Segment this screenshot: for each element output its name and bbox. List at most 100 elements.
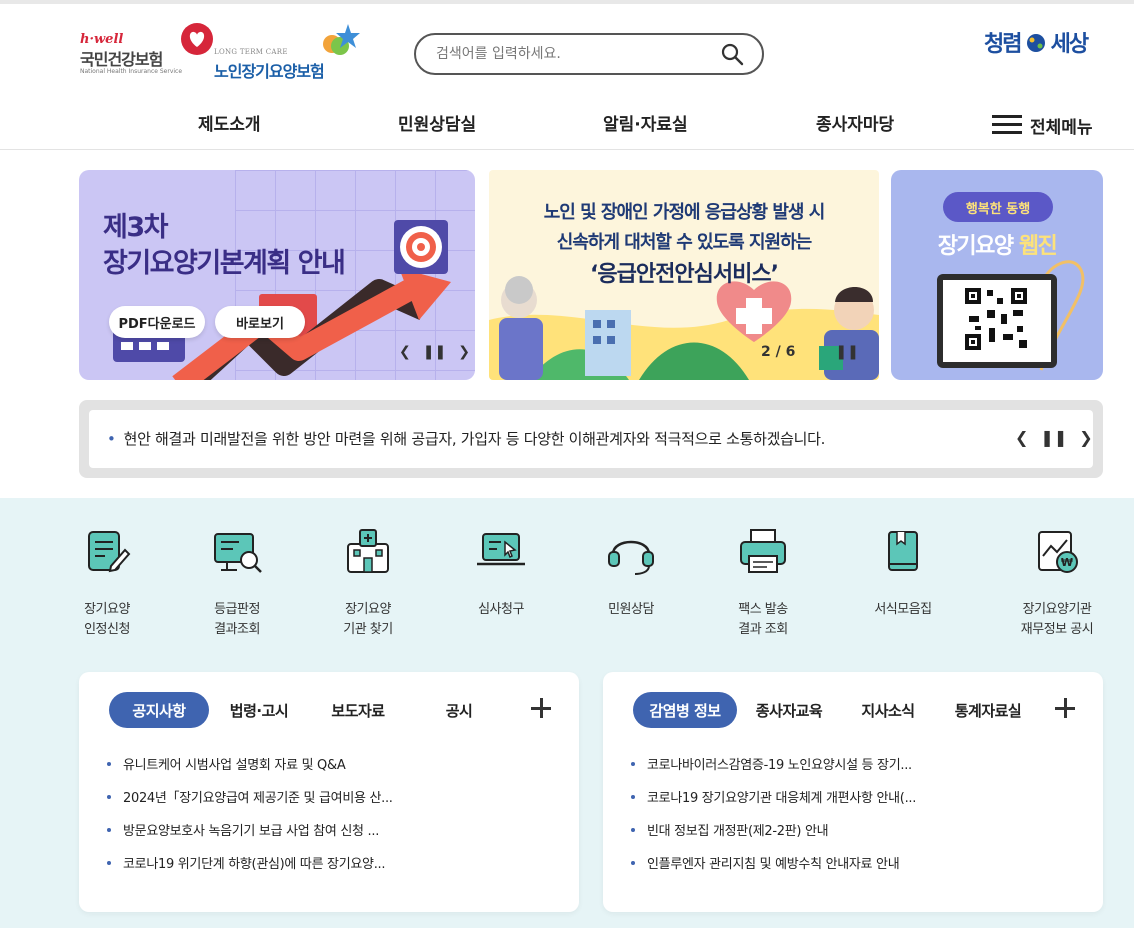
tab-press[interactable]: 보도자료 — [317, 692, 399, 728]
hamburger-icon — [992, 115, 1022, 135]
banner-pager: 2 / 6 — [761, 344, 796, 360]
book-icon — [888, 531, 918, 571]
tab-notice[interactable]: 공지사항 — [109, 692, 209, 728]
quick-forms[interactable]: 서식모음집 — [843, 526, 963, 620]
search-input[interactable] — [436, 43, 716, 65]
tab-branch-news[interactable]: 지사소식 — [851, 692, 925, 728]
quick-ltc-application[interactable]: 장기요양 인정신청 — [47, 526, 167, 640]
quick-label: 장기요양 인정신청 — [84, 602, 130, 637]
quick-find-institution[interactable]: 장기요양 기관 찾기 — [308, 526, 428, 640]
quick-label: 민원상담 — [608, 602, 654, 617]
webzine-badge: 행복한 동행 — [943, 192, 1053, 222]
ltc-logo-text: 노인장기요양보험 — [214, 62, 325, 81]
tab-disclosure[interactable]: 공시 — [429, 692, 489, 728]
all-menu-label: 전체메뉴 — [1030, 117, 1093, 138]
notice-ticker-message[interactable]: • 현안 해결과 미래발전을 위한 방안 마련을 위해 공급자, 가입자 등 다양… — [107, 428, 825, 449]
chevron-left-icon[interactable]: ❮ — [399, 344, 411, 360]
banner2-line2: 신속하게 대처할 수 있도록 지원하는 — [556, 232, 812, 253]
laptop-click-icon — [477, 533, 525, 566]
site-header: h·well 국민건강보험 National Health Insurance … — [0, 0, 1134, 150]
nav-civil-service[interactable]: 민원상담실 — [398, 110, 476, 140]
integrity-logo-right: 세상 — [1050, 32, 1090, 57]
notice-ticker: • 현안 해결과 미래발전을 위한 방안 마련을 위해 공급자, 가입자 등 다양… — [79, 400, 1103, 478]
banner2-line1: 노인 및 장애인 가정에 응급상황 발생 시 — [543, 202, 826, 223]
quick-consultation[interactable]: 민원상담 — [571, 526, 691, 620]
pause-icon[interactable]: ❚❚ — [1040, 428, 1067, 447]
nav-notice-archive[interactable]: 알림·자료실 — [603, 110, 688, 140]
quick-label: 심사청구 — [478, 602, 524, 617]
chevron-left-icon[interactable]: ❮ — [1015, 428, 1028, 447]
webzine-title-b: 웹진 — [1018, 234, 1058, 259]
quick-label: 장기요양 기관 찾기 — [343, 602, 393, 637]
banner-emergency-safety[interactable]: 노인 및 장애인 가정에 응급상황 발생 시 신속하게 대처할 수 있도록 지원… — [489, 170, 879, 380]
tab-laws[interactable]: 법령·고시 — [219, 692, 299, 728]
quick-label: 장기요양기관 재무정보 공시 — [1020, 602, 1094, 637]
quick-label: 팩스 발송 결과 조회 — [738, 602, 788, 637]
finance-chart-icon: ₩ — [1038, 531, 1078, 573]
document-pen-icon — [88, 531, 131, 573]
pdf-download-button[interactable]: PDF다운로드 — [109, 306, 205, 338]
integrity-logo[interactable]: 청렴 세상 — [984, 26, 1104, 66]
tab-infection-info[interactable]: 감염병 정보 — [633, 692, 737, 728]
list-item[interactable]: 코로나19 위기단계 하향(관심)에 따른 장기요양... — [107, 853, 393, 886]
view-now-button[interactable]: 바로보기 — [215, 306, 305, 338]
banner-title-line2: 장기요양기본계획 안내 — [103, 248, 346, 279]
list-item[interactable]: 코로나19 장기요양기관 대응체계 개편사항 안내(... — [631, 787, 916, 820]
pause-icon[interactable]: ❚❚ — [835, 344, 858, 360]
banner-title: 제3차 장기요양기본계획 안내 — [103, 210, 346, 282]
quick-label: 서식모음집 — [874, 602, 932, 617]
more-plus-icon[interactable] — [1055, 698, 1075, 718]
list-item[interactable]: 인플루엔자 관리지침 및 예방수칙 안내자료 안내 — [631, 853, 916, 886]
chevron-right-icon[interactable]: ❯ — [1079, 428, 1092, 447]
quick-financial-disclosure[interactable]: ₩ 장기요양기관 재무정보 공시 — [997, 526, 1117, 640]
pause-icon[interactable]: ❚❚ — [423, 344, 446, 360]
search-box[interactable] — [414, 33, 764, 75]
bullet-icon: • — [107, 430, 116, 448]
quick-appeal[interactable]: 심사청구 — [441, 526, 561, 620]
banner2-controls: 2 / 6 ❚❚ — [761, 344, 859, 360]
banner2-text: 노인 및 장애인 가정에 응급상황 발생 시 신속하게 대처할 수 있도록 지원… — [489, 198, 879, 292]
banner1-controls: ❮ ❚❚ ❯ — [399, 344, 470, 360]
quick-grade-result[interactable]: 등급판정 결과조회 — [177, 526, 297, 640]
nhis-logo-text: 국민건강보험 — [80, 50, 163, 69]
svg-text:₩: ₩ — [1061, 556, 1073, 569]
heart-logo-icon — [181, 23, 213, 55]
nav-about[interactable]: 제도소개 — [198, 110, 261, 140]
monitor-search-icon — [214, 533, 262, 573]
infection-list: 코로나바이러스감염증-19 노인요양시설 등 장기... 코로나19 장기요양기… — [631, 754, 916, 886]
fax-icon — [740, 529, 786, 573]
quick-menu-area: 장기요양 인정신청 등급판정 결과조회 장기요양 기관 찾기 심사청구 민원상담… — [0, 498, 1134, 928]
webzine-title: 장기요양 웹진 — [891, 228, 1103, 260]
tab-worker-education[interactable]: 종사자교육 — [745, 692, 833, 728]
all-menu-button[interactable]: 전체메뉴 — [992, 110, 1093, 140]
headset-icon — [608, 540, 654, 575]
ticker-controls: ❮ ❚❚ ❯ — [1015, 428, 1093, 447]
list-item[interactable]: 2024년「장기요양급여 제공기준 및 급여비용 산... — [107, 787, 393, 820]
quick-fax-result[interactable]: 팩스 발송 결과 조회 — [703, 526, 823, 640]
list-item[interactable]: 코로나바이러스감염증-19 노인요양시설 등 장기... — [631, 754, 916, 787]
integrity-globe-icon — [1026, 34, 1045, 52]
banner-long-term-plan[interactable]: 제3차 장기요양기본계획 안내 PDF다운로드 바로보기 ❮ ❚❚ ❯ — [79, 170, 475, 380]
notice-ticker-inner: • 현안 해결과 미래발전을 위한 방안 마련을 위해 공급자, 가입자 등 다양… — [89, 410, 1093, 468]
ltc-logo[interactable]: LONG TERM CARE 노인장기요양보험 — [214, 22, 364, 81]
search-icon[interactable] — [720, 42, 744, 66]
nav-workers[interactable]: 종사자마당 — [816, 110, 894, 140]
hospital-icon — [347, 529, 389, 573]
list-item[interactable]: 유니트케어 시범사업 설명회 자료 및 Q&A — [107, 754, 393, 787]
list-item[interactable]: 빈대 정보집 개정판(제2-2판) 안내 — [631, 820, 916, 853]
banner2-line3: ‘응급안전안심서비스’ — [590, 262, 779, 287]
more-plus-icon[interactable] — [531, 698, 551, 718]
star-logo-icon — [323, 24, 360, 55]
notice-panel: 공지사항 법령·고시 보도자료 공시 유니트케어 시범사업 설명회 자료 및 Q… — [79, 672, 579, 912]
notice-ticker-text: 현안 해결과 미래발전을 위한 방안 마련을 위해 공급자, 가입자 등 다양한… — [123, 430, 826, 448]
banner-webzine[interactable]: 행복한 동행 장기요양 웹진 — [891, 170, 1103, 380]
tab-statistics[interactable]: 통계자료실 — [943, 692, 1033, 728]
nhis-logo[interactable]: h·well 국민건강보험 National Health Insurance … — [80, 22, 220, 78]
hwell-text: h·well — [80, 32, 124, 47]
nhis-logo-en: National Health Insurance Service — [80, 68, 183, 75]
banner-title-line1: 제3차 — [103, 212, 168, 243]
chevron-right-icon[interactable]: ❯ — [458, 344, 470, 360]
list-item[interactable]: 방문요양보호사 녹음기기 보급 사업 참여 신청 ... — [107, 820, 393, 853]
ltc-logo-en: LONG TERM CARE — [214, 48, 288, 56]
integrity-logo-left: 청렴 — [984, 32, 1023, 57]
